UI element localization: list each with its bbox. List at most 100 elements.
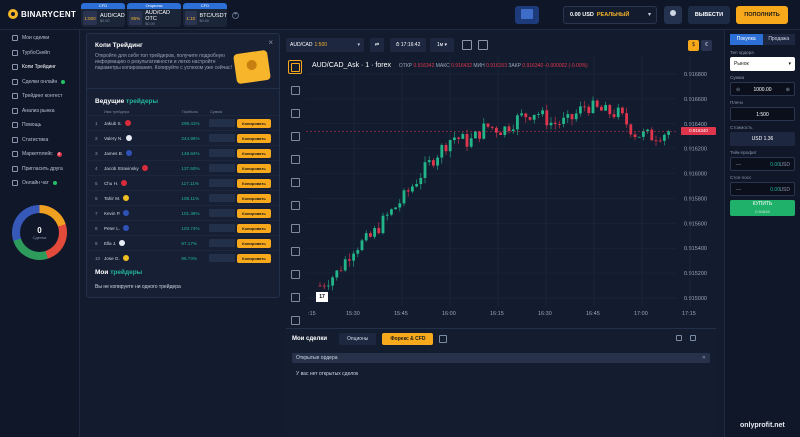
balance-selector[interactable]: 0.00 USD РЕАЛЬНЫЙ ▾ (563, 6, 657, 24)
sidebar-item-my-trades[interactable]: Мои сделки (0, 31, 79, 46)
candle (360, 240, 364, 251)
currency-eur[interactable]: € (701, 40, 712, 51)
academy-icon[interactable] (515, 6, 539, 24)
copy-amount-input[interactable] (209, 224, 237, 232)
sidebar-item-turboscape[interactable]: ТурбоСкейп (0, 46, 79, 61)
brush-icon[interactable] (288, 129, 302, 143)
deposit-button[interactable]: ПОПОЛНИТЬ (736, 6, 788, 24)
open-orders-bar[interactable]: Открытые ордера (292, 353, 710, 363)
crosshair-icon[interactable] (288, 60, 302, 74)
candle (406, 190, 410, 192)
tab-sell[interactable]: Продажа (762, 34, 795, 45)
tab-buy[interactable]: Покупка (730, 34, 763, 45)
copy-amount-input[interactable] (209, 194, 237, 202)
fib-icon[interactable] (288, 106, 302, 120)
sidebar-item-help[interactable]: Помощь (0, 118, 79, 133)
stop-loss-field[interactable]: —0.00 USD (730, 182, 795, 196)
sidebar-item-stats[interactable]: Статистика (0, 133, 79, 148)
asset-payout: 1:500 (83, 11, 97, 25)
price-chart[interactable]: 0.916800 0.916600 0.916400 0.916200 0.916000… (306, 56, 724, 324)
sidebar-item-label: Копи Трейдинг (22, 64, 57, 71)
user-icon[interactable] (664, 6, 682, 24)
tradingview-logo[interactable]: 17 (316, 292, 328, 302)
tab-options[interactable]: Опционы (339, 333, 377, 345)
chart-type-icon[interactable] (462, 40, 472, 50)
amount-field[interactable]: ⊖ 1000.00 ⊕ (730, 82, 795, 96)
plus-icon[interactable]: ⊕ (786, 83, 790, 97)
trend-line-icon[interactable] (288, 83, 302, 97)
leverage-field[interactable]: 1:500 (730, 107, 795, 121)
chat-icon (12, 180, 18, 187)
logo[interactable]: BINARYCENT (8, 9, 76, 19)
copy-button[interactable]: Копировать (236, 133, 271, 143)
compare-icon[interactable]: ⇄ (370, 38, 384, 52)
copy-button[interactable]: Копировать (236, 238, 271, 248)
sidebar-item-analysis[interactable]: Анализ рынка (0, 104, 79, 119)
copy-button[interactable]: Копировать (236, 148, 271, 158)
copy-amount-input[interactable] (209, 179, 237, 187)
timeframe-selector[interactable]: 1м ▾ (430, 38, 454, 52)
ruler-icon[interactable] (288, 244, 302, 258)
copy-button[interactable]: Копировать (236, 208, 271, 218)
close-icon[interactable]: × (268, 38, 273, 47)
copy-amount-input[interactable] (209, 209, 237, 217)
asset-tab-aud-cad[interactable]: CFD 1:500 AUD/CAD $0.00 (81, 3, 125, 27)
lock-icon[interactable] (288, 313, 302, 327)
amount-label: Сумма (730, 75, 745, 80)
copy-button[interactable]: Копировать (236, 193, 271, 203)
minus-icon[interactable]: ⊖ (736, 83, 740, 97)
sidebar-item-chat[interactable]: Онлайн чат (0, 176, 79, 191)
copy-button[interactable]: Копировать (236, 163, 271, 173)
sidebar-item-label: Помощь (22, 122, 42, 129)
buy-price: 0.91634 (755, 209, 770, 214)
sidebar-item-marketplace[interactable]: Маркетплейс 8 (0, 147, 79, 162)
heart-icon[interactable] (288, 221, 302, 235)
symbol-selector[interactable]: AUD/CAD 1:500 (286, 38, 364, 52)
chart-canvas[interactable]: 0.9168000.9166000.9164000.9162000.916000… (306, 56, 724, 324)
asset-tab-aud-cad-otc[interactable]: Опционы 95% AUD/CAD OTC $0.00 (127, 3, 181, 27)
panel-description: Откройте для себя топ трейдеров, получит… (95, 53, 232, 71)
asset-name: BTC/USDT (199, 12, 228, 19)
take-profit-label: Тейк-профит (730, 150, 757, 155)
panel-title: Копи Трейдинг (95, 42, 143, 49)
indicators-icon[interactable] (478, 40, 488, 50)
buy-button[interactable]: КУПИТЬ 0.91634 (730, 200, 795, 216)
copy-button[interactable]: Копировать (236, 253, 271, 263)
tab-forex-cfd[interactable]: Форекс & CFD (382, 333, 434, 345)
asset-tab-btc-usdt[interactable]: CFD 1:10 BTC/USDT $0.00 (183, 3, 227, 27)
copy-amount-input[interactable] (209, 149, 237, 157)
candle (549, 122, 553, 126)
table-header: Имя трейдера Прибыль Сумма (87, 108, 279, 115)
copy-amount-input[interactable] (209, 164, 237, 172)
copy-amount-input[interactable] (209, 119, 237, 127)
withdraw-button[interactable]: ВЫВЕСТИ (688, 6, 730, 24)
candle (516, 115, 519, 130)
copy-amount-input[interactable] (209, 254, 237, 262)
table-row: 5 Chu H. 117.11% Копировать (87, 175, 279, 190)
copy-button[interactable]: Копировать (236, 223, 271, 233)
chart-legend: AUD/CAD_Ask · 1 · forex ОТКР 0.916342 МА… (312, 62, 588, 69)
copy-amount-input[interactable] (209, 134, 237, 142)
expand-icon[interactable] (690, 335, 696, 341)
sidebar-item-contest[interactable]: Трейдинг контест (0, 89, 79, 104)
order-type-select[interactable]: Рынок (730, 57, 795, 71)
copy-button[interactable]: Копировать (236, 178, 271, 188)
sidebar-item-invite[interactable]: Пригласить друга (0, 162, 79, 177)
copy-amount-input[interactable] (209, 239, 237, 247)
currency-usd[interactable]: $ (688, 40, 699, 51)
zoom-icon[interactable] (288, 267, 302, 281)
trader-profit: 244.96% (181, 135, 200, 141)
sidebar-item-copy-trading[interactable]: Копи Трейдинг (0, 60, 79, 75)
copy-trading-banner: Копи Трейдинг Откройте для себя топ трей… (87, 34, 279, 89)
copy-button[interactable]: Копировать (236, 118, 271, 128)
minimize-icon[interactable] (676, 335, 682, 341)
candle (381, 215, 385, 234)
magnet-icon[interactable] (288, 290, 302, 304)
take-profit-field[interactable]: —0.00 USD (730, 157, 795, 171)
sidebar-item-live-trades[interactable]: Сделки онлайн (0, 75, 79, 90)
add-asset-icon[interactable]: + (232, 12, 239, 19)
calendar-icon[interactable] (439, 335, 448, 343)
text-icon[interactable] (288, 152, 302, 166)
pattern-icon[interactable] (288, 175, 302, 189)
projection-icon[interactable] (288, 198, 302, 212)
